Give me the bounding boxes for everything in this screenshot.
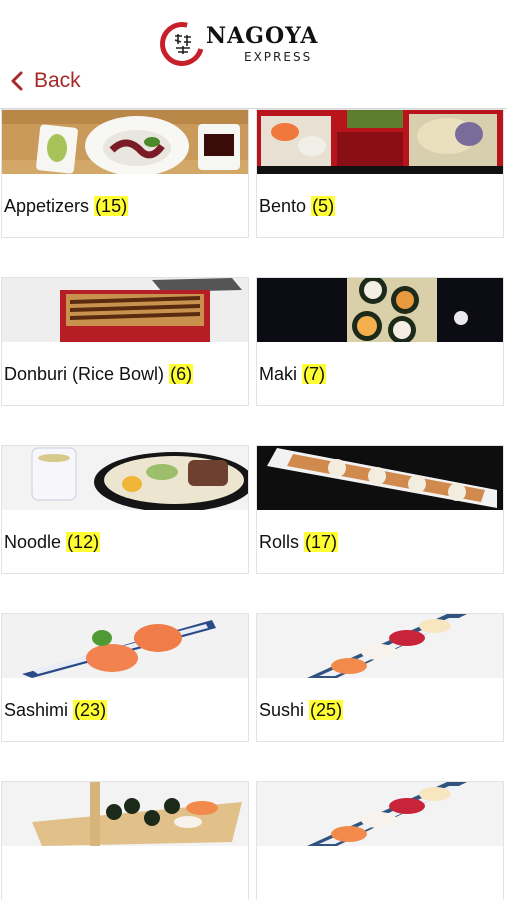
category-card-appetizers[interactable]: Appetizers (15)	[2, 110, 248, 237]
category-card-sushi[interactable]: Sushi (25)	[257, 614, 503, 741]
category-count: (17)	[304, 532, 339, 552]
category-name: Bento	[259, 196, 307, 216]
kanji-emblem-icon	[174, 34, 191, 54]
rolls-photo	[257, 446, 503, 510]
category-label: Sushi (25)	[259, 700, 344, 721]
category-name: Sushi	[259, 700, 305, 720]
category-name: Rolls	[259, 532, 300, 552]
category-name: Sashimi	[4, 700, 69, 720]
category-count: (6)	[169, 364, 194, 384]
sashimi-photo	[2, 614, 248, 678]
bento-photo	[257, 110, 503, 174]
logo-subtitle: EXPRESS	[244, 50, 313, 64]
appetizers-photo	[2, 110, 248, 174]
app-header: NAGOYA EXPRESS Back	[0, 0, 507, 109]
back-label: Back	[34, 69, 81, 92]
nagoya-express-logo: NAGOYA EXPRESS	[151, 13, 333, 75]
category-label: Appetizers (15)	[4, 196, 129, 217]
category-name: Noodle	[4, 532, 62, 552]
category-card-maki[interactable]: Maki (7)	[257, 278, 503, 405]
category-label: Rolls (17)	[259, 532, 339, 553]
category-card-rolls[interactable]: Rolls (17)	[257, 446, 503, 573]
category-name: Maki	[259, 364, 298, 384]
category-label: Maki (7)	[259, 364, 327, 385]
category-label: Noodle (12)	[4, 532, 101, 553]
boat-sushi-photo	[2, 782, 248, 846]
category-label: Bento (5)	[259, 196, 336, 217]
maki-photo	[257, 278, 503, 342]
category-count: (15)	[94, 196, 129, 216]
sushi-photo	[257, 614, 503, 678]
category-name: Appetizers	[4, 196, 90, 216]
category-name: Donburi (Rice Bowl)	[4, 364, 165, 384]
logo-wordmark: NAGOYA	[206, 23, 319, 49]
category-count: (12)	[66, 532, 101, 552]
category-label: Donburi (Rice Bowl) (6)	[4, 364, 194, 385]
category-card-sushi-2[interactable]	[257, 782, 503, 900]
category-count: (7)	[302, 364, 327, 384]
category-card-sashimi[interactable]: Sashimi (23)	[2, 614, 248, 741]
noodle-photo	[2, 446, 248, 510]
category-count: (25)	[309, 700, 344, 720]
chevron-left-icon	[11, 71, 23, 91]
back-button[interactable]: Back	[10, 66, 81, 96]
category-count: (5)	[311, 196, 336, 216]
category-card-noodle[interactable]: Noodle (12)	[2, 446, 248, 573]
sushi-platter-photo	[257, 782, 503, 846]
donburi-photo	[2, 278, 248, 342]
category-count: (23)	[73, 700, 108, 720]
category-card-boat[interactable]	[2, 782, 248, 900]
category-card-bento[interactable]: Bento (5)	[257, 110, 503, 237]
category-card-donburi[interactable]: Donburi (Rice Bowl) (6)	[2, 278, 248, 405]
category-label: Sashimi (23)	[4, 700, 108, 721]
